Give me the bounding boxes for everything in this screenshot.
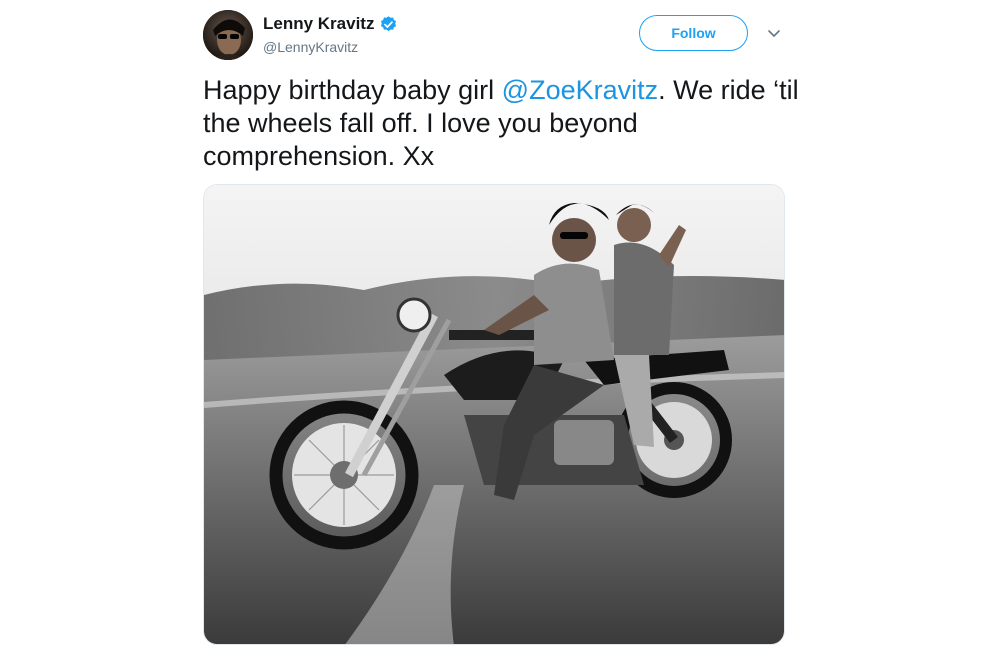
tweet-card: Lenny Kravitz @LennyKravitz Follow Happy…: [0, 0, 984, 655]
author-name-row: Lenny Kravitz: [263, 14, 398, 34]
mention-link[interactable]: @ZoeKravitz: [502, 75, 658, 105]
tweet-text: Happy birthday baby girl @ZoeKravitz. We…: [203, 74, 803, 173]
author-handle[interactable]: @LennyKravitz: [263, 39, 358, 55]
tweet-text-before: Happy birthday baby girl: [203, 75, 502, 105]
chevron-down-icon[interactable]: [766, 27, 782, 39]
verified-badge-icon: [379, 15, 398, 34]
tweet-photo[interactable]: [203, 184, 785, 645]
author-avatar[interactable]: [203, 10, 253, 60]
follow-button[interactable]: Follow: [639, 15, 748, 51]
author-display-name[interactable]: Lenny Kravitz: [263, 14, 374, 34]
